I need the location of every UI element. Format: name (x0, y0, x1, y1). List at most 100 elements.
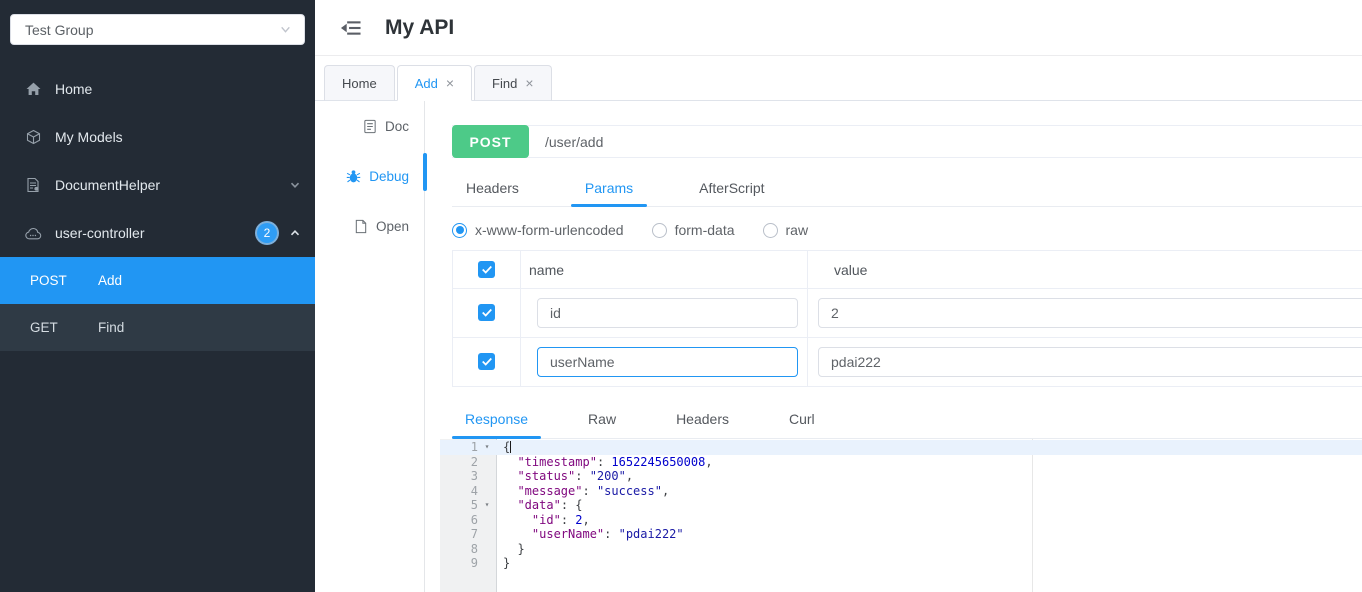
column-header-value: value (834, 261, 868, 278)
row-checkbox[interactable] (478, 304, 495, 322)
sidebar-item-my-models[interactable]: My Models (0, 113, 315, 161)
sidebar-item-home[interactable]: Home (0, 65, 315, 113)
tab-curl[interactable]: Curl (776, 400, 828, 438)
line-number: 4 (470, 483, 478, 498)
page-title: My API (385, 15, 455, 39)
line-number: 1 (470, 440, 478, 454)
tab-afterscript[interactable]: AfterScript (685, 170, 778, 206)
tab-label: Add (414, 75, 438, 91)
sidebar-item-document-helper[interactable]: DocumentHelper (0, 161, 315, 209)
editor-line[interactable]: 2 "timestamp": 1652245650008, (440, 455, 1362, 470)
cloud-api-icon (24, 226, 42, 241)
radio-label: form-data (674, 222, 735, 238)
editor-line[interactable]: 6 "id": 2, (440, 513, 1362, 528)
close-icon[interactable]: × (525, 76, 533, 90)
close-icon[interactable]: × (446, 76, 454, 90)
tab-response[interactable]: Response (452, 400, 542, 439)
editor-line[interactable]: 7 "userName": "pdai222" (440, 527, 1362, 542)
document-helper-icon (24, 177, 42, 193)
code-text: "status": "200", (517, 469, 634, 483)
bug-icon (346, 169, 361, 182)
sidebar-item-label: DocumentHelper (55, 177, 161, 193)
sidebar-item-user-controller[interactable]: user-controller 2 (0, 209, 315, 257)
tab-add[interactable]: Add × (396, 65, 473, 101)
radio-icon (762, 222, 778, 238)
tab-find[interactable]: Find × (474, 65, 552, 101)
editor-line[interactable]: 3 "status": "200", (440, 469, 1362, 484)
row-checkbox[interactable] (478, 353, 495, 371)
open-icon (355, 219, 367, 233)
workspace-tabbar: Home Add × Find × (315, 56, 1362, 101)
radio-form-data[interactable]: form-data (651, 222, 735, 238)
request-path: /user/add (545, 133, 604, 150)
param-value-input[interactable] (818, 347, 1362, 377)
view-tab-debug[interactable]: Debug (315, 151, 427, 201)
code-text: "timestamp": 1652245650008, (517, 454, 713, 469)
app-window: Test Group Home My Models DocumentHelper… (0, 0, 1362, 592)
radio-icon (452, 222, 467, 238)
view-tab-doc[interactable]: Doc (315, 101, 424, 151)
editor-line[interactable]: 1 ▾ { (440, 440, 1362, 455)
param-name-input[interactable] (537, 298, 798, 328)
radio-icon (651, 222, 667, 238)
sidebar-item-get-find[interactable]: GET Find (0, 304, 315, 351)
code-text: "userName": "pdai222" (531, 527, 684, 541)
param-value-input[interactable] (818, 298, 1362, 328)
editor-line[interactable]: 4 "message": "success", (440, 484, 1362, 499)
line-number: 8 (470, 541, 478, 556)
tab-raw[interactable]: Raw (575, 400, 629, 438)
doc-icon (364, 119, 376, 133)
group-select-value: Test Group (25, 21, 94, 38)
view-switcher: Doc Debug Open (315, 101, 427, 592)
param-name-input[interactable] (537, 347, 798, 377)
request-section-tabs: Headers Params AfterScript (452, 170, 1362, 207)
select-all-checkbox[interactable] (478, 261, 495, 279)
code-text: "data": { (517, 498, 583, 512)
view-tab-open[interactable]: Open (315, 201, 424, 251)
chevron-down-icon (290, 182, 300, 188)
param-row (453, 288, 1362, 337)
radio-x-www-form-urlencoded[interactable]: x-www-form-urlencoded (452, 222, 624, 238)
method-label: GET (30, 320, 58, 335)
editor-line[interactable]: 5 ▾ "data": { (440, 498, 1362, 513)
fold-icon[interactable]: ▾ (478, 440, 496, 455)
api-count-badge: 2 (257, 223, 277, 243)
send-request-button[interactable]: POST (452, 125, 529, 158)
sidebar-submenu: POST Add GET Find (0, 257, 315, 351)
collapse-sidebar-icon[interactable] (340, 19, 361, 37)
sidebar-menu: Home My Models DocumentHelper user-contr… (0, 65, 315, 351)
home-icon (24, 81, 42, 97)
group-select[interactable]: Test Group (10, 14, 305, 45)
line-number: 7 (470, 527, 478, 541)
radio-label: raw (785, 222, 809, 238)
tab-response-headers[interactable]: Headers (663, 400, 742, 438)
response-tabs: Response Raw Headers Curl (452, 400, 1362, 439)
response-editor[interactable]: 1 ▾{2 "timestamp": 1652245650008, 3 "statu… (440, 439, 1362, 592)
sidebar-item-label: Home (55, 81, 93, 97)
tab-label: Find (492, 75, 518, 91)
tab-params[interactable]: Params (570, 170, 648, 207)
tab-home[interactable]: Home (324, 65, 395, 101)
line-number: 5 (470, 498, 478, 512)
top-header: My API (315, 0, 1362, 56)
sidebar-item-label: user-controller (55, 225, 145, 241)
editor-line[interactable]: 8 } (440, 542, 1362, 557)
editor-line[interactable]: 9} (440, 556, 1362, 571)
tab-headers[interactable]: Headers (452, 170, 533, 206)
models-icon (24, 129, 42, 145)
line-number: 3 (470, 469, 478, 483)
view-tab-label: Debug (369, 168, 409, 184)
radio-raw[interactable]: raw (762, 222, 809, 238)
fold-icon[interactable]: ▾ (478, 498, 496, 513)
chevron-down-icon (281, 26, 290, 33)
radio-label: x-www-form-urlencoded (475, 222, 624, 238)
debug-panel: POST /user/add Headers Params AfterScrip… (425, 101, 1362, 592)
sidebar-item-post-add[interactable]: POST Add (0, 257, 315, 304)
